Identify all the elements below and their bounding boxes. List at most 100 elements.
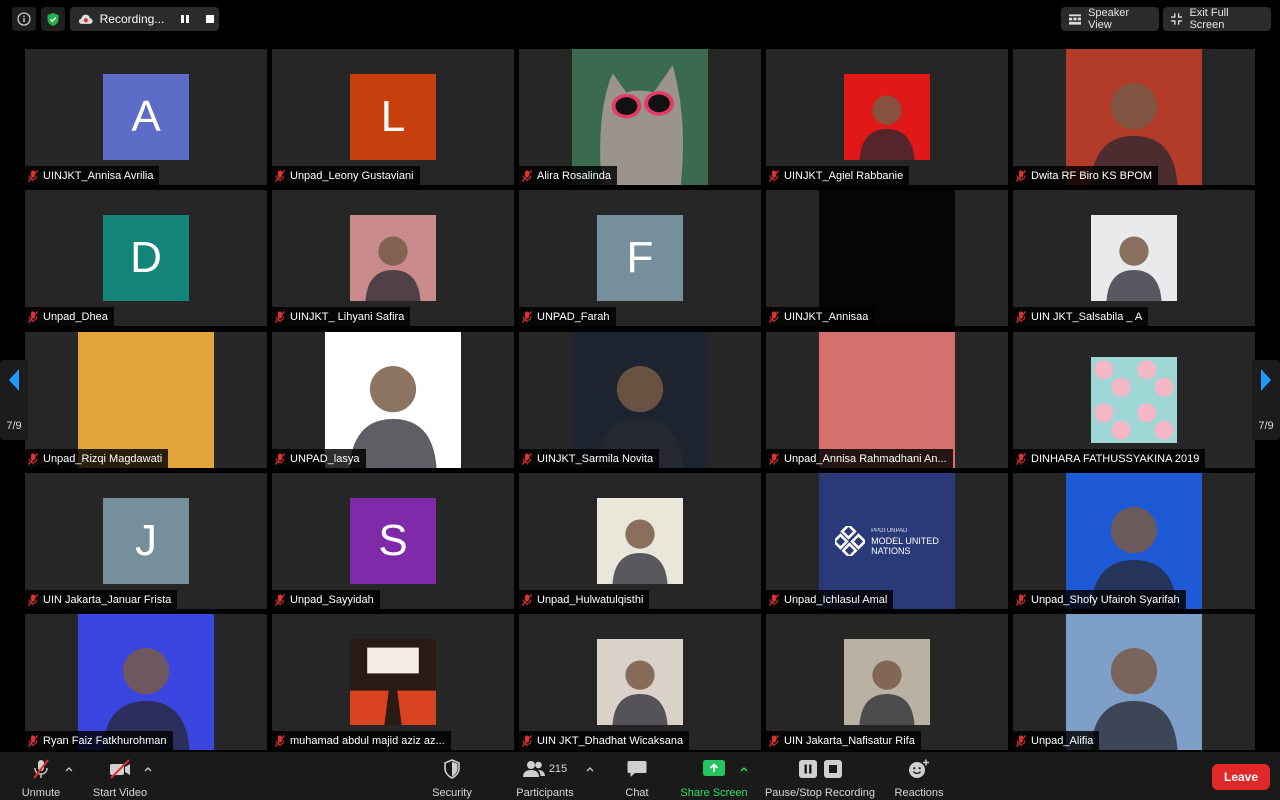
previous-page-button[interactable]: 7/9 <box>0 360 28 440</box>
participant-tile[interactable]: J UIN Jakarta_Januar Frista <box>25 473 267 609</box>
muted-mic-icon <box>275 310 285 323</box>
share-screen-icon <box>703 758 725 780</box>
participant-name: UNPAD_lasya <box>290 452 360 465</box>
participant-tile[interactable]: A UINJKT_Annisa Avrilia <box>25 49 267 185</box>
info-icon[interactable] <box>12 7 36 31</box>
person-silhouette-icon <box>349 366 437 468</box>
muted-mic-icon <box>28 169 38 182</box>
person-silhouette-icon <box>1090 507 1178 609</box>
participant-name-label: Ryan Faiz Fatkhurohman <box>25 731 173 750</box>
participant-name: Unpad_Hulwatulqisthi <box>537 593 644 606</box>
stop-icon[interactable] <box>201 10 219 28</box>
organization-logo: PPDI UNPAD MODEL UNITED NATIONS <box>819 473 955 609</box>
person-silhouette-icon <box>1090 648 1178 750</box>
video-feed <box>1066 49 1202 185</box>
chat-icon <box>627 758 647 780</box>
participant-tile[interactable]: UIN JKT_Salsabila _ A <box>1013 190 1255 326</box>
next-page-button[interactable]: 7/9 <box>1252 360 1280 440</box>
participant-name-label: Dwita RF Biro KS BPOM <box>1013 166 1159 185</box>
muted-mic-icon <box>275 593 285 606</box>
participant-tile[interactable]: D Unpad_Dhea <box>25 190 267 326</box>
participant-tile[interactable]: F UNPAD_Farah <box>519 190 761 326</box>
participant-name-label: UINJKT_ Lihyani Safira <box>272 307 411 326</box>
video-feed <box>1091 357 1177 443</box>
chat-button[interactable]: Chat <box>622 758 652 799</box>
participant-name: Unpad_Dhea <box>43 310 108 323</box>
video-feed <box>78 332 214 468</box>
video-feed <box>350 215 436 301</box>
reactions-label: Reactions <box>894 787 944 799</box>
speaker-view-label: Speaker View <box>1088 7 1130 31</box>
unmute-button[interactable]: Unmute <box>14 758 68 799</box>
leave-button[interactable]: Leave <box>1212 764 1270 790</box>
participants-options-caret-icon[interactable] <box>585 764 595 774</box>
participants-label: Participants <box>516 787 574 799</box>
participant-tile[interactable]: UIN Jakarta_Nafisatur Rifa <box>766 614 1008 750</box>
participant-name-label: Unpad_Sayyidah <box>272 590 380 609</box>
recording-indicator: Recording... <box>70 7 219 31</box>
participant-tile[interactable]: muhamad abdul majid aziz az... <box>272 614 514 750</box>
participant-name-label: UIN Jakarta_Nafisatur Rifa <box>766 731 921 750</box>
speaker-view-button[interactable]: Speaker View <box>1061 7 1159 31</box>
participant-tile[interactable]: Unpad_Alifia <box>1013 614 1255 750</box>
participant-tile[interactable]: L Unpad_Leony Gustaviani <box>272 49 514 185</box>
muted-mic-icon <box>28 734 38 747</box>
participant-tile[interactable]: PPDI UNPAD MODEL UNITED NATIONS Unpad_Ichla… <box>766 473 1008 609</box>
share-options-caret-icon[interactable] <box>739 764 749 774</box>
video-options-caret-icon[interactable] <box>143 764 153 774</box>
participant-name: Unpad_Alifia <box>1031 734 1094 747</box>
page-indicator-left: 7/9 <box>6 420 22 432</box>
arrow-right-icon <box>1261 369 1271 391</box>
participant-tile[interactable]: Unpad_Rizqi Magdawati <box>25 332 267 468</box>
participant-name-label: Unpad_Alifia <box>1013 731 1100 750</box>
muted-mic-icon <box>28 593 38 606</box>
participant-name: Unpad_Shofy Ufairoh Syarifah <box>1031 593 1180 606</box>
participant-tile[interactable]: UNPAD_lasya <box>272 332 514 468</box>
pause-icon[interactable] <box>176 10 194 28</box>
participant-tile[interactable]: UINJKT_Agiel Rabbanie <box>766 49 1008 185</box>
security-label: Security <box>432 787 472 799</box>
arrow-left-icon <box>9 369 19 391</box>
pause-recording-icon <box>798 760 817 778</box>
participant-name: UINJKT_Annisa Avrilia <box>43 169 154 182</box>
avatar-initial: F <box>626 233 654 282</box>
participant-tile[interactable]: UINJKT_Sarmila Novita <box>519 332 761 468</box>
participant-name-label: Unpad_Hulwatulqisthi <box>519 590 650 609</box>
security-button[interactable]: Security <box>428 758 476 799</box>
exit-full-screen-label: Exit Full Screen <box>1189 7 1229 31</box>
shield-icon <box>443 758 461 780</box>
participant-name: UINJKT_Annisaa <box>784 310 869 323</box>
person-silhouette-icon <box>102 648 190 750</box>
unmute-label: Unmute <box>21 787 61 799</box>
participant-tile[interactable]: Dwita RF Biro KS BPOM <box>1013 49 1255 185</box>
cat-icon <box>600 65 683 185</box>
participant-tile[interactable]: Unpad_Shofy Ufairoh Syarifah <box>1013 473 1255 609</box>
avatar-initial: J <box>135 516 157 565</box>
shield-check-icon[interactable] <box>41 7 65 31</box>
audio-options-caret-icon[interactable] <box>64 764 74 774</box>
muted-mic-icon <box>522 734 532 747</box>
participant-tile[interactable]: S Unpad_Sayyidah <box>272 473 514 609</box>
participant-tile[interactable]: Unpad_Annisa Rahmadhani An... <box>766 332 1008 468</box>
participant-tile[interactable]: Ryan Faiz Fatkhurohman <box>25 614 267 750</box>
participant-name: Unpad_Rizqi Magdawati <box>43 452 163 465</box>
participant-tile[interactable]: UINJKT_Annisaa <box>766 190 1008 326</box>
stop-recording-icon <box>823 760 842 778</box>
avatar: F <box>597 215 683 301</box>
participants-button[interactable]: 215 Participants <box>512 758 578 799</box>
participant-name-label: UINJKT_Agiel Rabbanie <box>766 166 910 185</box>
person-silhouette-icon <box>612 519 668 584</box>
participant-tile[interactable]: UIN JKT_Dhadhat Wicaksana <box>519 614 761 750</box>
participant-tile[interactable]: Unpad_Hulwatulqisthi <box>519 473 761 609</box>
participant-tile[interactable]: Alira Rosalinda <box>519 49 761 185</box>
video-feed <box>78 614 214 750</box>
reactions-button[interactable]: Reactions <box>892 758 946 799</box>
participant-name-label: UINJKT_Sarmila Novita <box>519 449 660 468</box>
exit-full-screen-button[interactable]: Exit Full Screen <box>1163 7 1271 31</box>
pause-stop-recording-button[interactable]: Pause/Stop Recording <box>763 758 877 799</box>
participant-name-label: UNPAD_lasya <box>272 449 366 468</box>
participant-tile[interactable]: UINJKT_ Lihyani Safira <box>272 190 514 326</box>
person-silhouette-icon <box>859 660 915 725</box>
participant-tile[interactable]: DINHARA FATHUSSYAKINA 2019 <box>1013 332 1255 468</box>
participant-name: Ryan Faiz Fatkhurohman <box>43 734 167 747</box>
